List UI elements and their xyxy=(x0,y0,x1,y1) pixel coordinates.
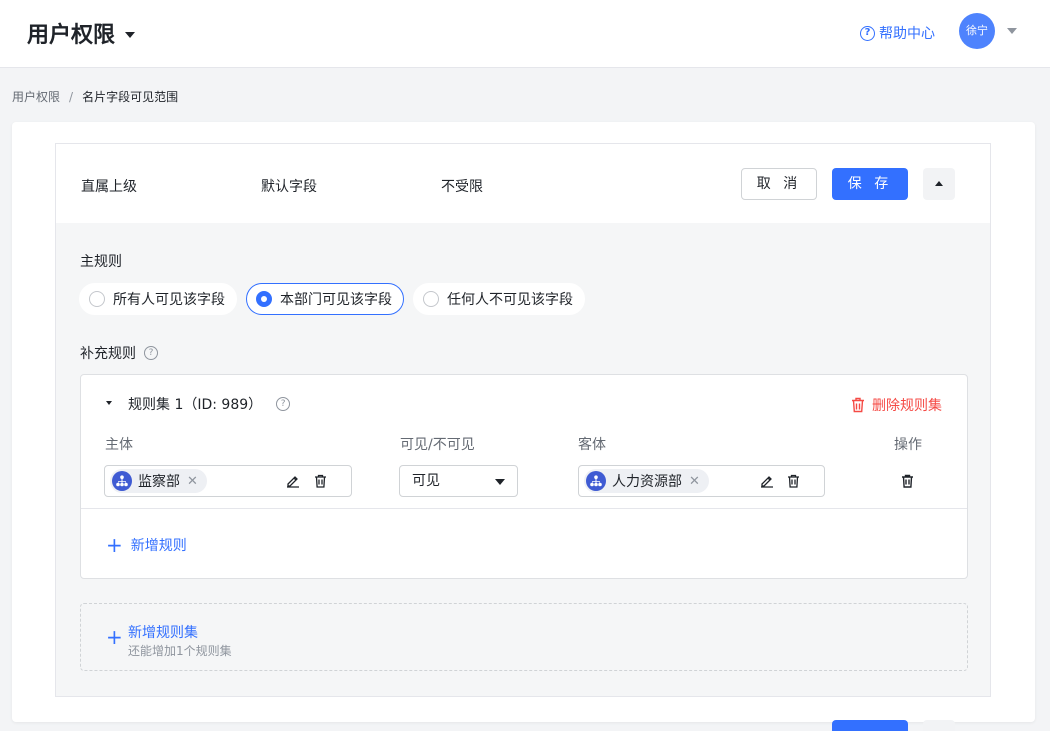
radio-circle-icon xyxy=(423,291,439,307)
plus-icon: + xyxy=(106,625,123,649)
add-rule-button[interactable]: + 新增规则 xyxy=(106,535,187,555)
delete-ruleset-button[interactable]: 删除规则集 xyxy=(851,395,942,415)
pencil-icon[interactable] xyxy=(286,474,300,488)
caret-down-icon[interactable] xyxy=(106,401,112,405)
chevron-down-icon[interactable] xyxy=(1007,28,1017,34)
field-name: 直属上级 xyxy=(81,179,137,195)
column-header-object: 客体 xyxy=(578,437,606,453)
trash-icon[interactable] xyxy=(787,474,800,488)
field-range: 不受限 xyxy=(441,179,483,195)
main-rule-title: 主规则 xyxy=(80,254,122,270)
radio-department-visible[interactable]: 本部门可见该字段 xyxy=(246,283,404,315)
question-circle-icon[interactable]: ? xyxy=(276,397,291,411)
caret-down-icon xyxy=(125,31,136,38)
radio-none-visible[interactable]: 任何人不可见该字段 xyxy=(413,283,585,315)
close-icon[interactable]: ✕ xyxy=(187,474,198,489)
question-circle-icon: ? xyxy=(860,25,875,41)
breadcrumb: 用户权限 / 名片字段可见范围 xyxy=(12,88,178,105)
radio-circle-icon xyxy=(89,291,105,307)
main-rule-radio-group: 所有人可见该字段 本部门可见该字段 任何人不可见该字段 xyxy=(79,283,594,315)
divider xyxy=(81,508,967,509)
breadcrumb-root-link[interactable]: 用户权限 xyxy=(12,88,60,105)
field-header-row: 直属上级 默认字段 不受限 取 消 保 存 xyxy=(55,143,991,223)
pencil-icon[interactable] xyxy=(760,474,774,488)
org-tree-icon xyxy=(586,471,606,491)
app-title-dropdown[interactable]: 用户权限 xyxy=(27,17,136,49)
rules-panel: 主规则 所有人可见该字段 本部门可见该字段 任何人不可见该字段 补充规则 ? 规 xyxy=(55,223,991,697)
radio-checked-icon xyxy=(256,291,272,307)
save-button[interactable]: 保 存 xyxy=(832,168,908,200)
visibility-select[interactable]: 可见 xyxy=(399,465,518,497)
caret-up-icon xyxy=(935,181,943,186)
radio-all-visible[interactable]: 所有人可见该字段 xyxy=(79,283,237,315)
field-type: 默认字段 xyxy=(261,179,317,195)
caret-down-icon xyxy=(495,479,505,485)
subject-picker[interactable]: 监察部 ✕ xyxy=(104,465,352,497)
add-ruleset-label: 新增规则集 xyxy=(128,625,198,641)
add-ruleset-hint: 还能增加1个规则集 xyxy=(128,644,232,658)
column-header-subject: 主体 xyxy=(105,437,133,453)
plus-icon: + xyxy=(106,533,123,557)
ruleset-title: 规则集 1（ID: 989） ? xyxy=(128,394,291,414)
main-card: 直属上级 默认字段 不受限 取 消 保 存 主规则 所有人可见该字段 本部门可见… xyxy=(12,122,1035,722)
breadcrumb-separator: / xyxy=(69,89,74,104)
top-bar: 用户权限 ? 帮助中心 徐宁 xyxy=(0,0,1050,68)
object-picker[interactable]: 人力资源部 ✕ xyxy=(578,465,825,497)
trash-icon[interactable] xyxy=(314,474,327,488)
subject-tag: 监察部 ✕ xyxy=(110,469,207,493)
add-ruleset-button[interactable]: + 新增规则集 还能增加1个规则集 xyxy=(80,603,968,671)
supplement-rule-title: 补充规则 ? xyxy=(80,343,158,363)
collapse-button[interactable] xyxy=(923,168,955,200)
app-title: 用户权限 xyxy=(27,23,116,48)
column-header-action: 操作 xyxy=(894,437,922,453)
user-avatar[interactable]: 徐宁 xyxy=(959,13,995,49)
object-tag: 人力资源部 ✕ xyxy=(584,469,709,493)
column-header-visibility: 可见/不可见 xyxy=(400,437,475,453)
next-collapse-button-peek[interactable] xyxy=(923,720,955,731)
ruleset-card: 规则集 1（ID: 989） ? 删除规则集 主体 可见/不可见 客体 操作 监… xyxy=(80,374,968,579)
delete-row-trash-icon[interactable] xyxy=(901,474,914,488)
next-save-button-peek[interactable] xyxy=(832,720,908,731)
close-icon[interactable]: ✕ xyxy=(689,474,700,489)
help-center-link[interactable]: ? 帮助中心 xyxy=(860,23,935,43)
trash-icon xyxy=(852,397,864,413)
help-center-label: 帮助中心 xyxy=(879,26,935,42)
breadcrumb-current: 名片字段可见范围 xyxy=(82,90,179,104)
org-tree-icon xyxy=(112,471,132,491)
question-circle-icon[interactable]: ? xyxy=(144,346,158,360)
cancel-button[interactable]: 取 消 xyxy=(741,168,817,200)
